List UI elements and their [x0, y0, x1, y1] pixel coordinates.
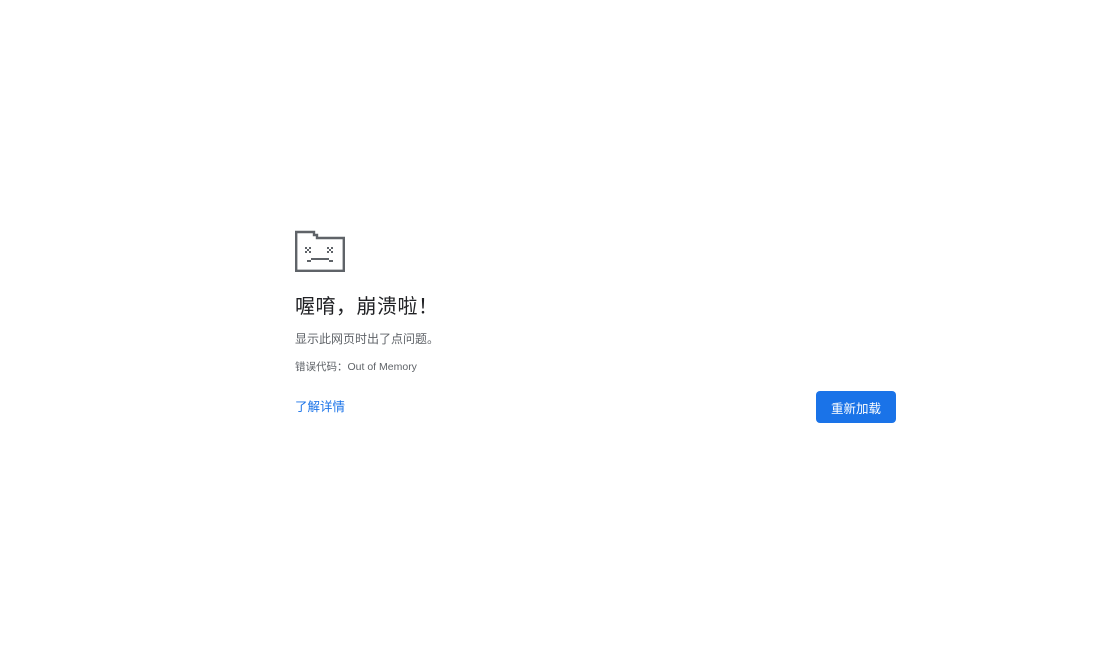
error-code: 错误代码：Out of Memory — [295, 361, 417, 373]
reload-button[interactable]: 重新加载 — [816, 391, 896, 423]
crash-page: 喔唷，崩溃啦！ 显示此网页时出了点问题。 错误代码：Out of Memory … — [0, 0, 1095, 663]
crash-content: 喔唷，崩溃啦！ 显示此网页时出了点问题。 错误代码：Out of Memory … — [295, 230, 896, 423]
crash-heading: 喔唷，崩溃啦！ — [295, 296, 439, 318]
crash-message: 显示此网页时出了点问题。 — [295, 332, 440, 346]
crash-actions: 了解详情 重新加载 — [295, 391, 896, 423]
sad-tab-icon — [295, 230, 345, 272]
learn-more-link[interactable]: 了解详情 — [295, 399, 345, 415]
